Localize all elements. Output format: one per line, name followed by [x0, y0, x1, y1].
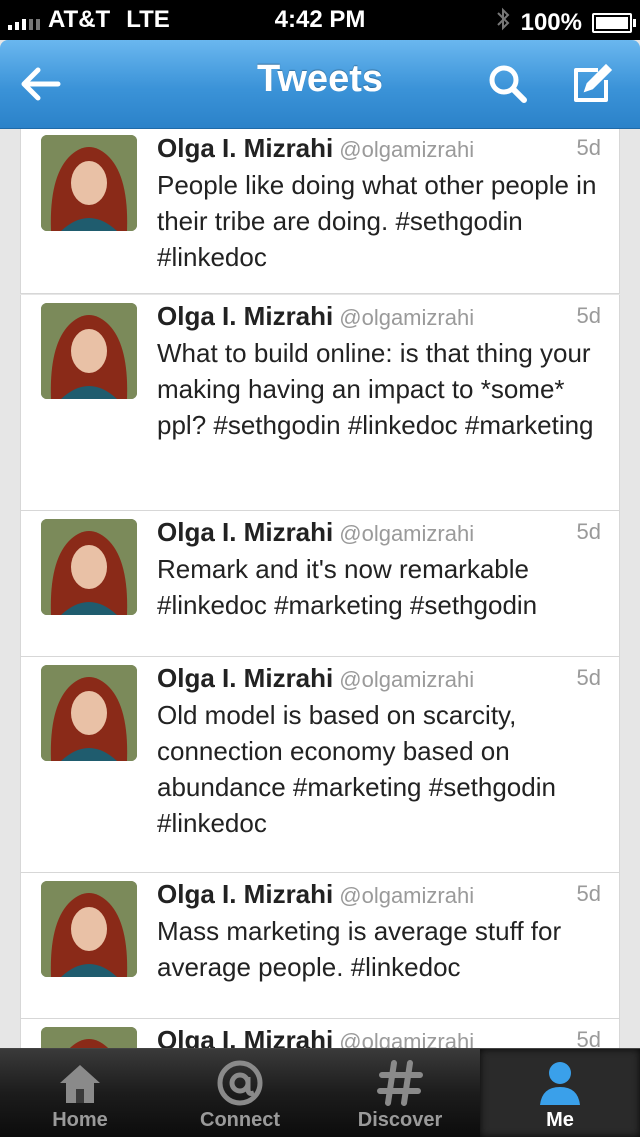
person-icon: [534, 1057, 586, 1109]
page-title: Tweets: [256, 58, 383, 100]
tweet-header: Olga I. Mizrahi @olgamizrahi 5d: [157, 663, 601, 695]
tweet-header: Olga I. Mizrahi @olgamizrahi 5d: [157, 1025, 601, 1048]
avatar[interactable]: [41, 135, 137, 231]
avatar[interactable]: [41, 665, 137, 761]
tweet-timeline[interactable]: Olga I. Mizrahi @olgamizrahi 5d People li…: [0, 129, 640, 1048]
battery-icon: [592, 12, 636, 33]
at-icon: [214, 1057, 266, 1109]
tweet-item[interactable]: Olga I. Mizrahi @olgamizrahi 5d Old model…: [20, 657, 620, 873]
tweet-author-handle[interactable]: @olgamizrahi: [339, 137, 474, 162]
tab-label: Home: [52, 1109, 108, 1131]
bluetooth-icon: [495, 6, 511, 39]
tweet-author-handle[interactable]: @olgamizrahi: [339, 521, 474, 546]
tweet-item[interactable]: Olga I. Mizrahi @olgamizrahi 5d: [20, 1019, 620, 1048]
battery-percent: 100%: [520, 8, 582, 36]
tweet-timestamp: 5d: [576, 303, 601, 328]
nav-bar: Tweets: [0, 40, 640, 129]
tweet-item[interactable]: Olga I. Mizrahi @olgamizrahi 5d Remark an…: [20, 511, 620, 657]
tab-label: Me: [546, 1109, 574, 1131]
home-icon: [54, 1057, 106, 1109]
tweet-timestamp: 5d: [576, 881, 601, 906]
tab-label: Discover: [357, 1109, 443, 1131]
tweet-author-handle[interactable]: @olgamizrahi: [339, 883, 474, 908]
tweet-header: Olga I. Mizrahi @olgamizrahi 5d: [157, 517, 601, 549]
tweet-author-name[interactable]: Olga I. Mizrahi: [157, 879, 333, 909]
avatar[interactable]: [41, 519, 137, 615]
tweet-author-name[interactable]: Olga I. Mizrahi: [157, 1025, 333, 1048]
tweet-item[interactable]: Olga I. Mizrahi @olgamizrahi 5d People li…: [20, 129, 620, 294]
tweet-header: Olga I. Mizrahi @olgamizrahi 5d: [157, 133, 601, 165]
tab-home[interactable]: Home: [0, 1049, 160, 1137]
status-bar: AT&T LTE 4:42 PM 100%: [0, 0, 640, 40]
tweet-timestamp: 5d: [576, 1027, 601, 1048]
avatar[interactable]: [41, 881, 137, 977]
tweet-author-name[interactable]: Olga I. Mizrahi: [157, 301, 333, 331]
tweet-author-handle[interactable]: @olgamizrahi: [339, 1029, 474, 1048]
tweet-timestamp: 5d: [576, 135, 601, 160]
tweet-author-handle[interactable]: @olgamizrahi: [339, 305, 474, 330]
compose-button[interactable]: [568, 60, 616, 108]
tweet-item[interactable]: Olga I. Mizrahi @olgamizrahi 5d What to b…: [20, 295, 620, 511]
tweet-author-handle[interactable]: @olgamizrahi: [339, 667, 474, 692]
tweet-text: Old model is based on scarcity, connecti…: [157, 700, 556, 838]
compose-icon: [568, 63, 616, 112]
tweet-author-name[interactable]: Olga I. Mizrahi: [157, 517, 333, 547]
avatar[interactable]: [41, 303, 137, 399]
hashtag-icon: [374, 1057, 426, 1109]
tweet-item[interactable]: Olga I. Mizrahi @olgamizrahi 5d Mass mark…: [20, 873, 620, 1019]
status-right: 100%: [495, 6, 636, 39]
tweet-author-name[interactable]: Olga I. Mizrahi: [157, 133, 333, 163]
tab-discover[interactable]: Discover: [320, 1049, 480, 1137]
tweet-text: Remark and it's now remarkable #linkedoc…: [157, 554, 538, 620]
tweet-text: What to build online: is that thing your…: [157, 338, 594, 440]
search-button[interactable]: [484, 60, 532, 108]
avatar[interactable]: [41, 1027, 137, 1048]
tweet-header: Olga I. Mizrahi @olgamizrahi 5d: [157, 301, 601, 333]
search-icon: [484, 65, 532, 112]
tweet-timestamp: 5d: [576, 519, 601, 544]
tweet-header: Olga I. Mizrahi @olgamizrahi 5d: [157, 879, 601, 911]
tab-connect[interactable]: Connect: [160, 1049, 320, 1137]
tweet-text: Mass marketing is average stuff for aver…: [157, 916, 562, 982]
tab-label: Connect: [200, 1109, 280, 1131]
tweet-author-name[interactable]: Olga I. Mizrahi: [157, 663, 333, 693]
tab-me[interactable]: Me: [480, 1049, 640, 1137]
tab-bar: Home Connect Discover Me: [0, 1048, 640, 1137]
tweet-timestamp: 5d: [576, 665, 601, 690]
tweet-text: People like doing what other people in t…: [157, 170, 597, 272]
